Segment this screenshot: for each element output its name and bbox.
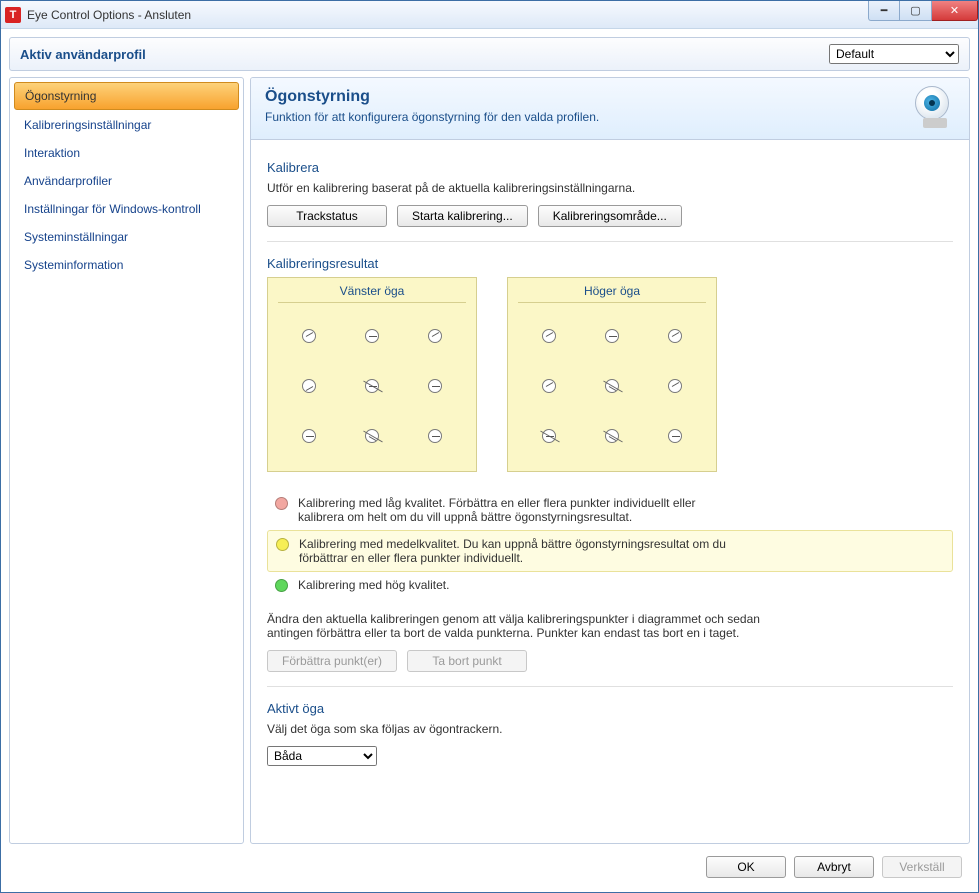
calib-point[interactable] <box>302 429 316 443</box>
start-calibration-button[interactable]: Starta kalibrering... <box>397 205 528 227</box>
profile-bar: Aktiv användarprofil Default <box>9 37 970 71</box>
legend-low: Kalibrering med låg kvalitet. Förbättra … <box>267 490 953 530</box>
apply-button[interactable]: Verkställ <box>882 856 962 878</box>
result-title: Kalibreringsresultat <box>267 256 953 271</box>
calib-point[interactable] <box>542 379 556 393</box>
profile-label: Aktiv användarprofil <box>20 47 829 62</box>
main-area: Ögonstyrning Kalibreringsinställningar I… <box>9 77 970 844</box>
calib-point[interactable] <box>302 379 316 393</box>
dialog-footer: OK Avbryt Verkställ <box>9 850 970 884</box>
left-eye-grid[interactable]: Vänster öga <box>267 277 477 472</box>
calib-point[interactable] <box>605 329 619 343</box>
calib-point[interactable] <box>428 329 442 343</box>
legend-dot-medium <box>276 538 289 551</box>
left-eye-points <box>278 311 466 461</box>
right-eye-points <box>518 311 706 461</box>
calib-point[interactable] <box>302 329 316 343</box>
minimize-button[interactable]: ━ <box>868 1 900 21</box>
remove-point-button[interactable]: Ta bort punkt <box>407 650 527 672</box>
app-icon: T <box>5 7 21 23</box>
sidebar: Ögonstyrning Kalibreringsinställningar I… <box>9 77 244 844</box>
calib-point[interactable] <box>668 379 682 393</box>
app-window: T Eye Control Options - Ansluten ━ ▢ ✕ A… <box>0 0 979 893</box>
calib-point[interactable] <box>605 429 619 443</box>
quality-legend: Kalibrering med låg kvalitet. Förbättra … <box>267 490 953 598</box>
result-instructions: Ändra den aktuella kalibreringen genom a… <box>267 612 787 640</box>
titlebar: T Eye Control Options - Ansluten ━ ▢ ✕ <box>1 1 978 29</box>
left-eye-label: Vänster öga <box>278 284 466 303</box>
close-button[interactable]: ✕ <box>932 1 978 21</box>
calibrate-title: Kalibrera <box>267 160 953 175</box>
calib-point[interactable] <box>668 429 682 443</box>
point-action-buttons: Förbättra punkt(er) Ta bort punkt <box>267 650 953 672</box>
content-header: Ögonstyrning Funktion för att konfigurer… <box>251 78 969 140</box>
sidebar-item-calibration-settings[interactable]: Kalibreringsinställningar <box>14 112 239 138</box>
separator <box>267 686 953 687</box>
sidebar-item-system-info[interactable]: Systeminformation <box>14 252 239 278</box>
window-title: Eye Control Options - Ansluten <box>27 8 191 22</box>
separator <box>267 241 953 242</box>
maximize-button[interactable]: ▢ <box>900 1 932 21</box>
legend-dot-high <box>275 579 288 592</box>
legend-high: Kalibrering med hög kvalitet. <box>267 572 953 598</box>
calib-point[interactable] <box>668 329 682 343</box>
calibrate-description: Utför en kalibrering baserat på de aktue… <box>267 181 953 195</box>
legend-dot-low <box>275 497 288 510</box>
right-eye-label: Höger öga <box>518 284 706 303</box>
active-eye-title: Aktivt öga <box>267 701 953 716</box>
sidebar-item-windows-control[interactable]: Inställningar för Windows-kontroll <box>14 196 239 222</box>
right-eye-grid[interactable]: Höger öga <box>507 277 717 472</box>
calib-point[interactable] <box>365 379 379 393</box>
calibrate-buttons: Trackstatus Starta kalibrering... Kalibr… <box>267 205 953 227</box>
calib-point[interactable] <box>428 429 442 443</box>
sidebar-item-interaction[interactable]: Interaktion <box>14 140 239 166</box>
page-subtitle: Funktion för att konfigurera ögonstyrnin… <box>265 110 955 124</box>
active-eye-select[interactable]: Båda <box>267 746 377 766</box>
content-panel: Ögonstyrning Funktion för att konfigurer… <box>250 77 970 844</box>
content-body: Kalibrera Utför en kalibrering baserat p… <box>251 140 969 843</box>
window-controls: ━ ▢ ✕ <box>868 1 978 21</box>
sidebar-item-user-profiles[interactable]: Användarprofiler <box>14 168 239 194</box>
sidebar-item-system-settings[interactable]: Systeminställningar <box>14 224 239 250</box>
sidebar-item-eyetracking[interactable]: Ögonstyrning <box>14 82 239 110</box>
calib-point[interactable] <box>365 329 379 343</box>
ok-button[interactable]: OK <box>706 856 786 878</box>
calib-point[interactable] <box>428 379 442 393</box>
calib-point[interactable] <box>542 329 556 343</box>
active-eye-description: Välj det öga som ska följas av ögontrack… <box>267 722 953 736</box>
eye-tracker-icon <box>909 84 955 130</box>
page-title: Ögonstyrning <box>265 88 955 106</box>
calibration-area-button[interactable]: Kalibreringsområde... <box>538 205 682 227</box>
profile-select[interactable]: Default <box>829 44 959 64</box>
trackstatus-button[interactable]: Trackstatus <box>267 205 387 227</box>
improve-point-button[interactable]: Förbättra punkt(er) <box>267 650 397 672</box>
calibration-grids: Vänster öga <box>267 277 953 472</box>
calib-point[interactable] <box>542 429 556 443</box>
legend-medium: Kalibrering med medelkvalitet. Du kan up… <box>267 530 953 572</box>
cancel-button[interactable]: Avbryt <box>794 856 874 878</box>
calib-point[interactable] <box>365 429 379 443</box>
calib-point[interactable] <box>605 379 619 393</box>
client-area: Aktiv användarprofil Default Ögonstyrnin… <box>1 29 978 892</box>
